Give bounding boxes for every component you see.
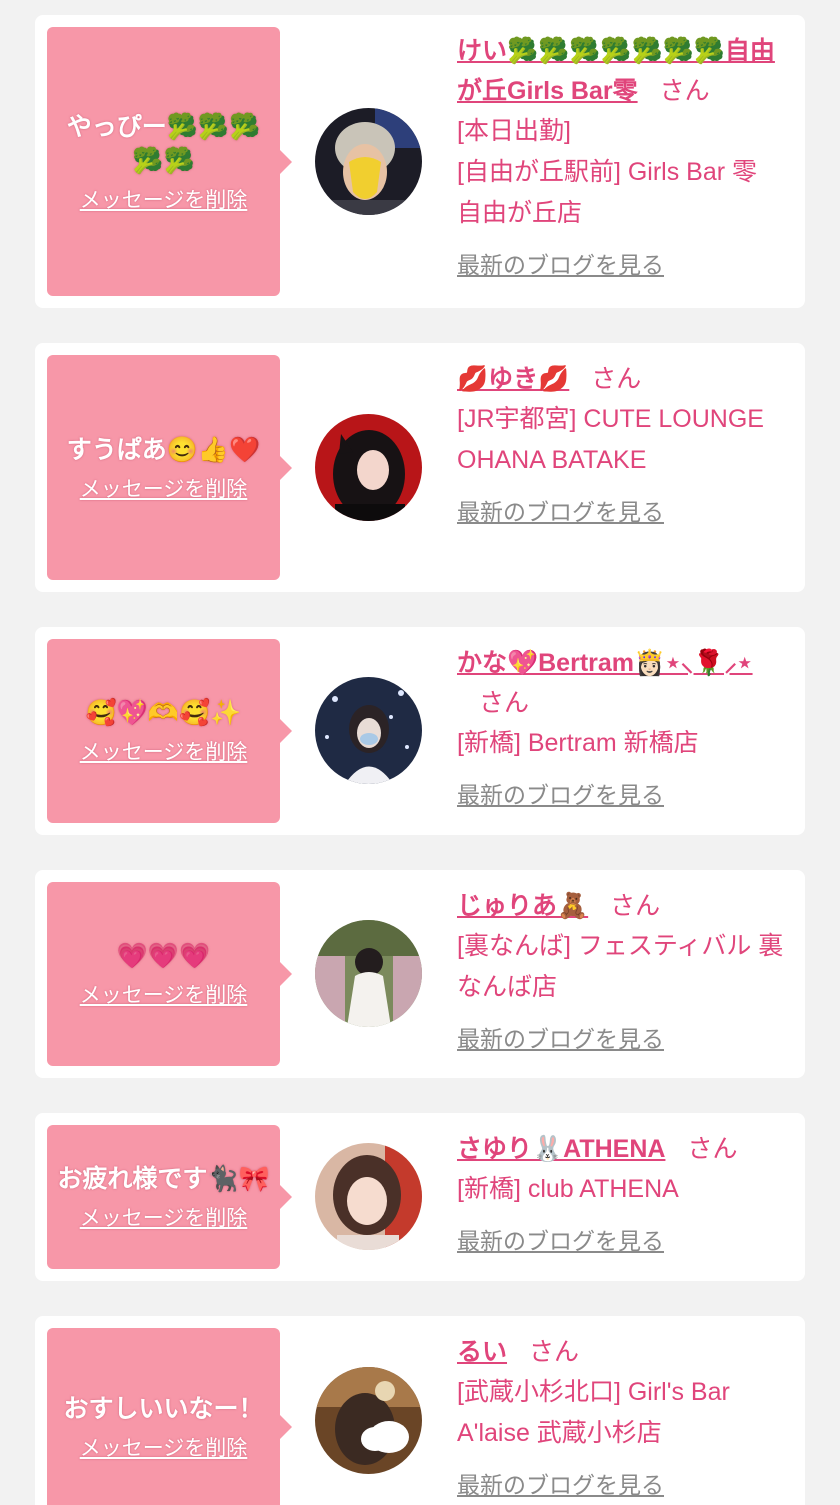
profile-name-link[interactable]: さゆり🐰ATHENA <box>457 1135 665 1163</box>
latest-blog-link[interactable]: 最新のブログを見る <box>457 493 664 527</box>
status-text: [本日出勤] <box>457 117 571 145</box>
message-card: 💗💗💗 メッセージを削除 じゅりあ🧸 さん [裏なんば] フェスティバル 裏なんば… <box>35 870 805 1078</box>
delete-message-link[interactable]: メッセージを削除 <box>80 1432 248 1462</box>
message-bubble: 🥰💖🫶🥰✨ メッセージを削除 <box>47 639 292 823</box>
message-text: お疲れ様です🐈‍⬛🎀 <box>57 1165 270 1193</box>
message-card: お疲れ様です🐈‍⬛🎀 メッセージを削除 さゆり🐰ATHENA さん [新橋] cl… <box>35 1113 805 1281</box>
honorific: さん <box>687 1135 738 1163</box>
profile-info: じゅりあ🧸 さん [裏なんば] フェスティバル 裏なんば店 最新のブログを見る <box>457 886 795 1054</box>
profile-info: かな💖Bertram👸🏻⋆⸜🌹⸝⋆ さん [新橋] Bertram 新橋店 最新の… <box>457 643 795 810</box>
shop-text: [裏なんば] フェスティバル 裏なんば店 <box>457 932 784 1001</box>
latest-blog-link[interactable]: 最新のブログを見る <box>457 776 664 810</box>
avatar[interactable] <box>315 108 422 215</box>
avatar[interactable] <box>315 414 422 521</box>
message-text: 🥰💖🫶🥰✨ <box>85 699 242 727</box>
avatar[interactable] <box>315 1367 422 1474</box>
avatar[interactable] <box>315 920 422 1027</box>
profile-info: さゆり🐰ATHENA さん [新橋] club ATHENA 最新のブログを見る <box>457 1129 795 1256</box>
name-line: 💋ゆき💋 さん <box>457 359 795 399</box>
latest-blog-link[interactable]: 最新のブログを見る <box>457 1222 664 1256</box>
honorific: さん <box>610 892 661 920</box>
name-line: かな💖Bertram👸🏻⋆⸜🌹⸝⋆ さん <box>457 643 795 723</box>
shop-text: [新橋] club ATHENA <box>457 1175 679 1203</box>
profile-info: 💋ゆき💋 さん [JR宇都宮] CUTE LOUNGE OHANA BATAKE … <box>457 359 795 527</box>
message-bubble: やっぴー🥦🥦🥦🥦🥦 メッセージを削除 <box>47 27 292 296</box>
avatar[interactable] <box>315 677 422 784</box>
shop-text: [自由が丘駅前] Girls Bar 零 自由が丘店 <box>457 158 783 227</box>
message-text: 💗💗💗 <box>116 942 211 970</box>
shop-text: [武蔵小杉北口] Girl's Bar A'laise 武蔵小杉店 <box>457 1378 730 1447</box>
latest-blog-link[interactable]: 最新のブログを見る <box>457 1466 664 1500</box>
profile-info: るい さん [武蔵小杉北口] Girl's Bar A'laise 武蔵小杉店 最… <box>457 1332 795 1500</box>
message-card: すうぱあ😊👍❤️ メッセージを削除 💋ゆき💋 さん [JR宇都宮] CUTE LO… <box>35 343 805 592</box>
name-line: じゅりあ🧸 さん <box>457 886 795 926</box>
latest-blog-link[interactable]: 最新のブログを見る <box>457 1020 664 1054</box>
message-bubble: すうぱあ😊👍❤️ メッセージを削除 <box>47 355 292 580</box>
profile-info: けい🥦🥦🥦🥦🥦🥦🥦自由が丘Girls Bar零 さん [本日出勤] [自由が丘駅前… <box>457 31 795 280</box>
shop-text: [新橋] Bertram 新橋店 <box>457 729 699 757</box>
shop-text: [JR宇都宮] CUTE LOUNGE OHANA BATAKE <box>457 405 764 474</box>
honorific: さん <box>479 689 530 717</box>
name-line: るい さん <box>457 1332 795 1372</box>
profile-name-link[interactable]: かな💖Bertram👸🏻⋆⸜🌹⸝⋆ <box>457 649 753 677</box>
message-list: やっぴー🥦🥦🥦🥦🥦 メッセージを削除 けい🥦🥦🥦🥦🥦🥦🥦自由が丘Girls Ba… <box>0 0 840 1505</box>
message-bubble: 💗💗💗 メッセージを削除 <box>47 882 292 1066</box>
message-card: おすしいいなー！ メッセージを削除 るい さん [武蔵小杉北口] Girl's B… <box>35 1316 805 1505</box>
profile-name-link[interactable]: 💋ゆき💋 <box>457 365 569 393</box>
message-text: やっぴー🥦🥦🥦🥦🥦 <box>66 112 261 175</box>
name-line: さゆり🐰ATHENA さん <box>457 1129 795 1169</box>
message-text: すうぱあ😊👍❤️ <box>66 435 261 464</box>
name-line: けい🥦🥦🥦🥦🥦🥦🥦自由が丘Girls Bar零 さん <box>457 31 795 111</box>
message-text: おすしいいなー！ <box>63 1395 264 1423</box>
honorific: さん <box>659 77 710 105</box>
delete-message-link[interactable]: メッセージを削除 <box>80 979 248 1009</box>
honorific: さん <box>529 1338 580 1366</box>
message-card: やっぴー🥦🥦🥦🥦🥦 メッセージを削除 けい🥦🥦🥦🥦🥦🥦🥦自由が丘Girls Ba… <box>35 15 805 308</box>
delete-message-link[interactable]: メッセージを削除 <box>80 184 248 214</box>
delete-message-link[interactable]: メッセージを削除 <box>80 473 248 503</box>
profile-name-link[interactable]: じゅりあ🧸 <box>457 892 588 920</box>
delete-message-link[interactable]: メッセージを削除 <box>80 1202 248 1232</box>
avatar[interactable] <box>315 1143 422 1250</box>
message-bubble: おすしいいなー！ メッセージを削除 <box>47 1328 292 1505</box>
profile-name-link[interactable]: けい🥦🥦🥦🥦🥦🥦🥦自由が丘Girls Bar零 <box>457 37 775 105</box>
delete-message-link[interactable]: メッセージを削除 <box>80 736 248 766</box>
latest-blog-link[interactable]: 最新のブログを見る <box>457 246 664 280</box>
honorific: さん <box>591 365 642 393</box>
profile-name-link[interactable]: るい <box>457 1338 507 1366</box>
message-card: 🥰💖🫶🥰✨ メッセージを削除 かな💖Bertram👸🏻⋆⸜🌹⸝⋆ さん [新橋] … <box>35 627 805 835</box>
message-bubble: お疲れ様です🐈‍⬛🎀 メッセージを削除 <box>47 1125 292 1269</box>
